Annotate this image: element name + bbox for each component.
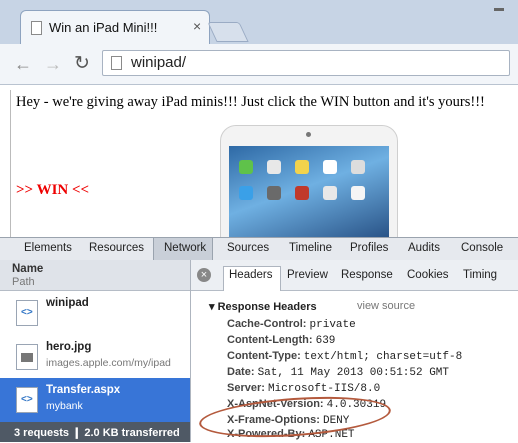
response-headers-title: Response Headers <box>217 301 317 313</box>
column-path: Path <box>12 276 35 288</box>
network-status-bar: 3 requests ❙ 2.0 KB transferred <box>0 422 190 442</box>
tab-console[interactable]: Console <box>461 242 503 254</box>
tab-response[interactable]: Response <box>341 269 393 281</box>
facetime-app-icon <box>239 186 253 200</box>
header-key: Content-Type: <box>227 350 301 362</box>
url-text[interactable]: winipad/ <box>131 54 186 71</box>
request-row-winipad[interactable]: <> winipad <box>0 291 190 335</box>
back-arrow-icon[interactable]: ← <box>14 54 32 75</box>
header-value: Microsoft-IIS/8.0 <box>267 383 381 395</box>
app-icon-grid <box>239 160 389 240</box>
request-list-header: Name Path <box>0 260 190 291</box>
clear-icon[interactable]: × <box>197 268 211 282</box>
ipad-screen <box>229 146 389 241</box>
header-value: 639 <box>315 335 336 347</box>
photos-app-icon <box>295 186 309 200</box>
camera-dot <box>306 132 311 137</box>
request-summary: 3 requests ❙ 2.0 KB transferred <box>14 427 180 439</box>
header-value: private <box>309 319 356 331</box>
page-icon <box>31 21 42 35</box>
tab-elements[interactable]: Elements <box>24 242 72 254</box>
browser-tab[interactable]: Win an iPad Mini!!! × <box>20 10 210 44</box>
notes-app-icon <box>295 160 309 174</box>
tab-audits[interactable]: Audits <box>408 242 440 254</box>
reload-icon[interactable]: ↻ <box>74 52 90 75</box>
reminders-app-icon <box>323 160 337 174</box>
detail-tab-bar: × Headers Preview Response Cookies Timin… <box>191 260 518 291</box>
clock-app-icon <box>351 160 365 174</box>
html-file-icon: <> <box>16 300 38 326</box>
html-file-icon: <> <box>16 387 38 413</box>
column-name[interactable]: Name <box>12 263 43 275</box>
header-key: Date: <box>227 366 255 378</box>
browser-toolbar: ← → ↻ winipad/ <box>0 44 518 85</box>
tab-sources[interactable]: Sources <box>227 242 269 254</box>
header-key: Server: <box>227 382 265 394</box>
calendar-app-icon <box>267 160 281 174</box>
tab-cookies[interactable]: Cookies <box>407 269 449 281</box>
devtools-tab-bar: Elements Resources Network Sources Timel… <box>0 237 518 261</box>
page-headline: Hey - we're giving away iPad minis!!! Ju… <box>16 94 485 110</box>
tab-network[interactable]: Network <box>164 242 206 254</box>
header-key: Cache-Control: <box>227 318 307 330</box>
tab-preview[interactable]: Preview <box>287 269 328 281</box>
view-source-link[interactable]: view source <box>357 300 415 312</box>
window-controls[interactable] <box>480 0 518 18</box>
request-row-hero[interactable]: hero.jpg images.apple.com/my/ipad <box>0 335 190 379</box>
win-link[interactable]: >> WIN << <box>16 182 89 199</box>
request-path: mybank <box>46 400 83 412</box>
calendar-app-icon <box>351 186 365 200</box>
request-row-transfer[interactable]: <> Transfer.aspx mybank <box>0 378 190 422</box>
browser-tab-strip: Win an iPad Mini!!! × <box>0 0 518 44</box>
tab-title: Win an iPad Mini!!! <box>49 20 158 35</box>
new-tab-button[interactable] <box>207 22 249 42</box>
header-line: Content-Length: 639 <box>227 334 335 347</box>
minimize-icon <box>494 8 504 11</box>
messages-app-icon <box>239 160 253 174</box>
response-headers-section[interactable]: ▾ Response Headers <box>209 300 317 313</box>
header-line: Cache-Control: private <box>227 318 356 331</box>
ipad-image <box>220 125 398 241</box>
header-line: Server: Microsoft-IIS/8.0 <box>227 382 380 395</box>
image-file-icon <box>16 344 38 370</box>
network-request-list: Name Path <> winipad hero.jpg images.app… <box>0 260 191 442</box>
header-key: Content-Length: <box>227 334 313 346</box>
request-detail-pane: × Headers Preview Response Cookies Timin… <box>191 260 518 443</box>
header-line: Date: Sat, 11 May 2013 00:51:52 GMT <box>227 366 449 379</box>
header-value: text/html; charset=utf-8 <box>303 351 463 363</box>
page-viewport: Hey - we're giving away iPad minis!!! Ju… <box>0 85 518 242</box>
address-bar[interactable]: winipad/ <box>102 50 510 76</box>
page-icon <box>111 56 122 70</box>
request-name: Transfer.aspx <box>46 384 121 396</box>
tab-profiles[interactable]: Profiles <box>350 242 388 254</box>
triangle-down-icon: ▾ <box>209 301 215 313</box>
header-value: Sat, 11 May 2013 00:51:52 GMT <box>257 367 450 379</box>
tab-timeline[interactable]: Timeline <box>289 242 332 254</box>
request-name: winipad <box>46 297 89 309</box>
request-name: hero.jpg <box>46 341 92 353</box>
tab-resources[interactable]: Resources <box>89 242 144 254</box>
request-path: images.apple.com/my/ipad <box>46 357 171 369</box>
maps-app-icon <box>323 186 337 200</box>
camera-app-icon <box>267 186 281 200</box>
tab-timing[interactable]: Timing <box>463 269 497 281</box>
forward-arrow-icon[interactable]: → <box>44 54 62 75</box>
tab-headers[interactable]: Headers <box>229 269 272 281</box>
close-tab-icon[interactable]: × <box>193 18 201 34</box>
header-line: Content-Type: text/html; charset=utf-8 <box>227 350 462 363</box>
